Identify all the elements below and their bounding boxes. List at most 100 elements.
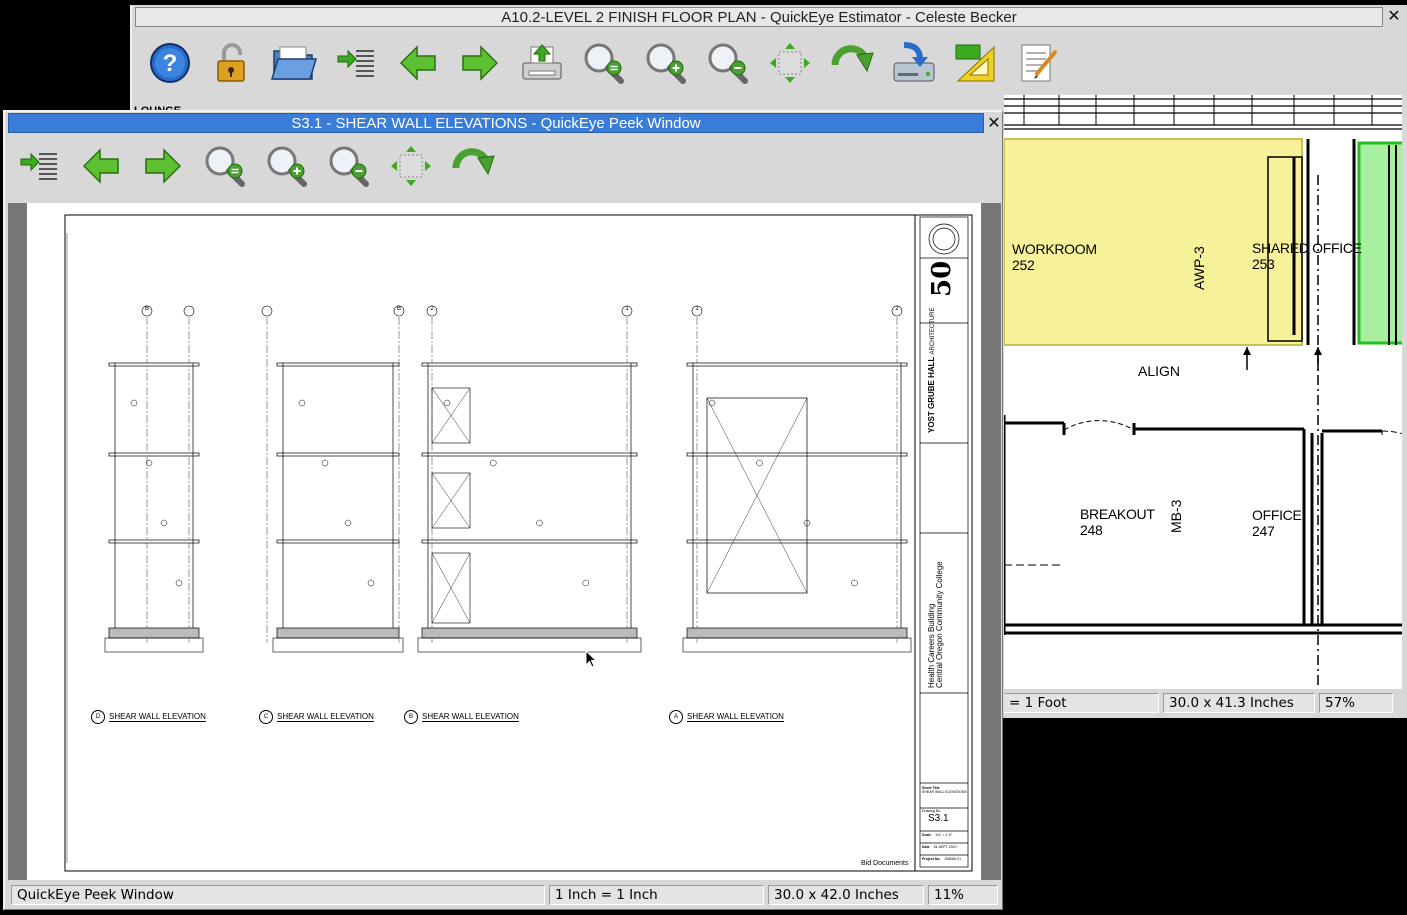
main-size-cell: 30.0 x 41.3 Inches <box>1163 693 1315 713</box>
peek-document-viewer[interactable]: 50 YOST GRUBE HALL ARCHITECTURE Central … <box>8 203 1001 880</box>
shear-wall-sheet-drawing <box>64 214 973 872</box>
peek-status-bar: QuickEye Peek Window 1 Inch = 1 Inch 30.… <box>8 883 1001 907</box>
peek-window-title: S3.1 - SHEAR WALL ELEVATIONS - QuickEye … <box>291 115 701 132</box>
arrow-left-icon <box>397 43 439 83</box>
peek-size-cell: 30.0 x 42.0 Inches <box>768 885 924 905</box>
rotate-button[interactable] <box>826 37 878 89</box>
goto-page-icon <box>17 146 61 186</box>
notes-icon <box>1016 41 1060 85</box>
peek-window-close-button[interactable]: ✕ <box>986 115 1002 131</box>
floor-plan-canvas[interactable]: WORKROOM 252 SHARED OFFICE 253 AWP-3 ALI… <box>1004 95 1402 689</box>
folder-icon <box>270 41 318 85</box>
scale-block: Scale 1/4" = 1'-0" <box>922 833 953 837</box>
zoom-in-button[interactable] <box>640 37 692 89</box>
upload-button[interactable] <box>516 37 568 89</box>
bid-documents-stamp: Bid Documents <box>861 860 909 867</box>
download-button[interactable] <box>888 37 940 89</box>
upload-printer-icon <box>519 41 565 85</box>
fit-page-button[interactable] <box>764 37 816 89</box>
elevation-label: SHEAR WALL ELEVATION <box>687 712 784 722</box>
zoom-reset-button[interactable] <box>199 140 251 192</box>
grid-bubble-label: 1 <box>625 306 629 312</box>
room-label-workroom: WORKROOM 252 <box>1012 241 1097 273</box>
previous-button[interactable] <box>392 37 444 89</box>
main-scale-cell: = 1 Foot <box>1004 693 1159 713</box>
floor-plan-drawing <box>1004 95 1402 689</box>
elevation-tag-bubble: C <box>259 710 273 724</box>
peek-toolbar <box>13 138 499 194</box>
elevation-title: A SHEAR WALL ELEVATION <box>669 710 784 724</box>
peek-title-cell: QuickEye Peek Window <box>11 885 545 905</box>
zoom-reset-button[interactable] <box>578 37 630 89</box>
project-name: Health Careers Building <box>927 603 936 689</box>
svg-text:?: ? <box>163 50 178 77</box>
mb-label: MB-3 <box>1168 499 1184 533</box>
room-label-breakout: BREAKOUT 248 <box>1080 506 1155 538</box>
align-label: ALIGN <box>1138 363 1181 379</box>
lock-button[interactable] <box>206 37 258 89</box>
grid-bubble-label: 2 <box>430 306 434 312</box>
fit-page-icon <box>389 144 433 188</box>
grid-bubble-label: B <box>144 306 149 312</box>
elevation-label: SHEAR WALL ELEVATION <box>277 712 374 722</box>
grid-bubble-label: B <box>396 306 401 312</box>
next-button[interactable] <box>454 37 506 89</box>
project-number-block: Project No. 208066.01 <box>922 857 962 861</box>
arrow-right-icon <box>142 146 184 186</box>
peek-zoom-cell: 11% <box>928 885 998 905</box>
zoom-in-icon <box>643 41 689 85</box>
help-icon: ? <box>148 41 192 85</box>
unlock-icon <box>212 41 252 85</box>
main-toolbar: ? <box>144 35 1064 91</box>
firm-name: YOST GRUBE HALL ARCHITECTURE <box>927 307 936 433</box>
sheet-title-block: Sheet Title SHEAR WALL ELEVATIONS <box>922 786 967 794</box>
arrow-right-icon <box>459 43 501 83</box>
peek-window: S3.1 - SHEAR WALL ELEVATIONS - QuickEye … <box>3 110 1003 910</box>
next-button[interactable] <box>137 140 189 192</box>
main-window-titlebar[interactable]: A10.2-LEVEL 2 FINISH FLOOR PLAN - QuickE… <box>135 7 1383 27</box>
zoom-in-button[interactable] <box>261 140 313 192</box>
help-button[interactable]: ? <box>144 37 196 89</box>
main-zoom-cell: 57% <box>1319 693 1393 713</box>
fit-page-icon <box>768 41 812 85</box>
date-block: Date 24-SEPT-2010 <box>922 845 957 849</box>
goto-page-button[interactable] <box>13 140 65 192</box>
fit-page-button[interactable] <box>385 140 437 192</box>
rotate-icon <box>829 41 875 85</box>
room-label-office: OFFICE 247 <box>1252 507 1302 539</box>
elevation-tag-bubble: D <box>91 710 105 724</box>
elevation-tag-bubble: A <box>669 710 683 724</box>
elevation-title: D SHEAR WALL ELEVATION <box>91 710 206 724</box>
scale-button[interactable] <box>950 37 1002 89</box>
peek-scale-cell: 1 Inch = 1 Inch <box>549 885 764 905</box>
room-label-shared-office: SHARED OFFICE 253 <box>1252 240 1362 272</box>
client-name: Central Oregon Community College <box>935 561 944 688</box>
grid-bubble-label: 1 <box>695 306 699 312</box>
elevation-title: C SHEAR WALL ELEVATION <box>259 710 374 724</box>
grid-bubble-label: 2 <box>895 306 899 312</box>
zoom-equal-icon <box>581 41 627 85</box>
rotate-button[interactable] <box>447 140 499 192</box>
notes-button[interactable] <box>1012 37 1064 89</box>
zoom-in-icon <box>264 144 310 188</box>
goto-page-button[interactable] <box>330 37 382 89</box>
open-button[interactable] <box>268 37 320 89</box>
elevation-label: SHEAR WALL ELEVATION <box>422 712 519 722</box>
main-window-title: A10.2-LEVEL 2 FINISH FLOOR PLAN - QuickE… <box>501 9 1017 26</box>
elevation-title: B SHEAR WALL ELEVATION <box>404 710 519 724</box>
badge-50: 50 <box>927 260 957 297</box>
zoom-out-icon <box>705 41 751 85</box>
main-status-bar: = 1 Foot 30.0 x 41.3 Inches 57% <box>1004 691 1402 715</box>
awp-label: AWP-3 <box>1191 246 1207 290</box>
main-window-close-button[interactable]: ✕ <box>1386 8 1402 24</box>
zoom-equal-icon <box>202 144 248 188</box>
zoom-out-button[interactable] <box>323 140 375 192</box>
zoom-out-icon <box>326 144 372 188</box>
previous-button[interactable] <box>75 140 127 192</box>
arrow-left-icon <box>80 146 122 186</box>
zoom-out-button[interactable] <box>702 37 754 89</box>
scale-ruler-icon <box>952 41 1000 85</box>
download-drive-icon <box>890 41 938 85</box>
mouse-cursor-icon <box>585 650 598 668</box>
peek-window-titlebar[interactable]: S3.1 - SHEAR WALL ELEVATIONS - QuickEye … <box>8 113 984 133</box>
